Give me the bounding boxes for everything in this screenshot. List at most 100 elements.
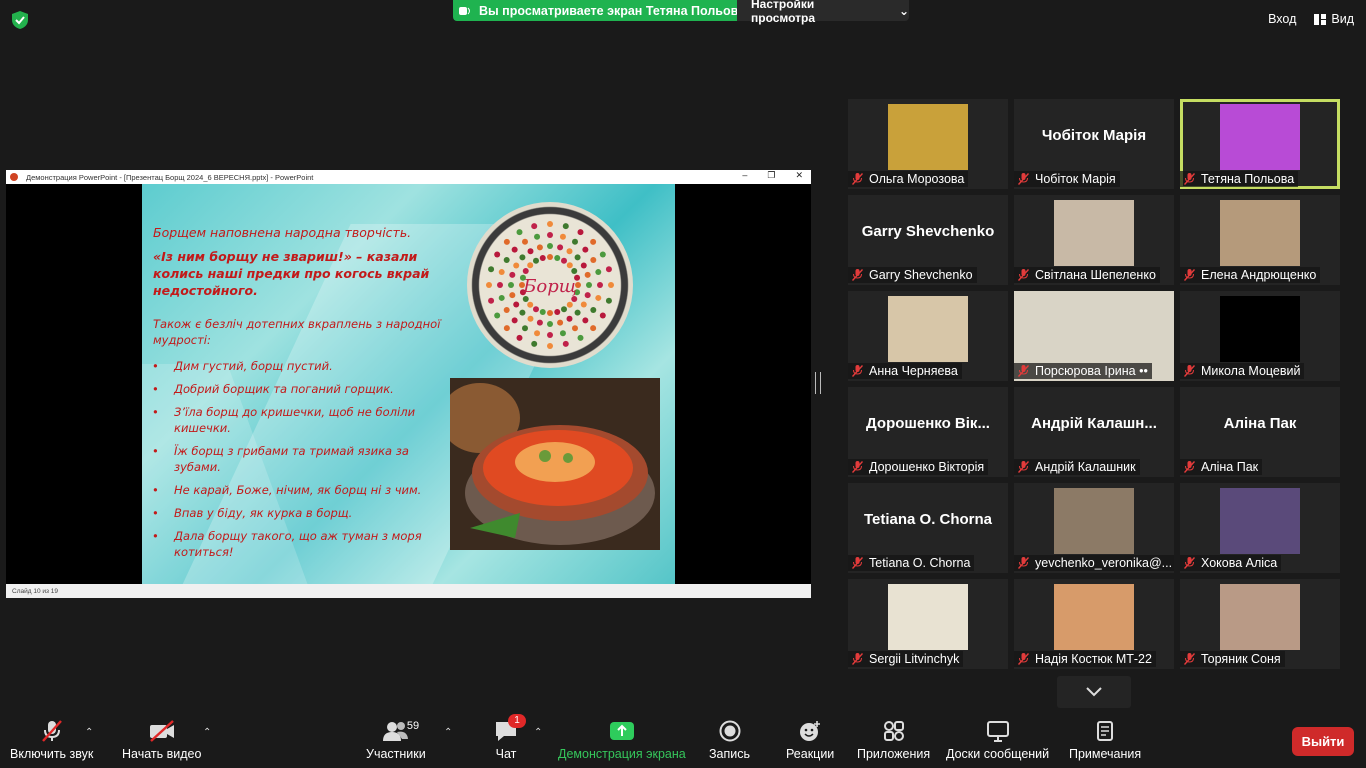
borscht-photo xyxy=(450,378,660,550)
reactions-label: Реакции xyxy=(786,747,835,761)
leave-button[interactable]: Выйти xyxy=(1292,727,1354,756)
chat-options-caret[interactable]: ⌃ xyxy=(534,727,542,738)
participant-name: Микола Моцевий xyxy=(1201,364,1301,378)
record-button[interactable]: Запись xyxy=(709,718,750,761)
participant-tile[interactable]: Garry Shevchenko Garry Shevchenko xyxy=(848,195,1008,285)
participant-video xyxy=(1220,296,1300,362)
participant-tile[interactable]: Sergii Litvinchyk xyxy=(848,579,1008,669)
close-icon: ✕ xyxy=(795,170,803,180)
start-video-label: Начать видео xyxy=(122,747,202,761)
whiteboards-button[interactable]: Доски сообщений xyxy=(946,718,1049,761)
participant-tile[interactable]: Дорошенко Вік... Дорошенко Вікторія xyxy=(848,387,1008,477)
participant-tile[interactable]: Чобіток Марія Чобіток Марія xyxy=(1014,99,1174,189)
participant-video xyxy=(1054,488,1134,554)
security-shield-icon[interactable] xyxy=(10,10,30,30)
notes-button[interactable]: Примечания xyxy=(1069,718,1141,761)
share-screen-label: Демонстрация экрана xyxy=(558,747,686,761)
share-screen-button[interactable]: Демонстрация экрана xyxy=(558,718,686,761)
slide-line1: Борщем наповнена народна творчість. xyxy=(153,225,412,240)
participant-name: Андрій Калашник xyxy=(1035,460,1136,474)
participant-name: Торяник Соня xyxy=(1201,652,1281,666)
muted-mic-icon xyxy=(1184,365,1195,377)
participant-name: Анна Черняева xyxy=(869,364,958,378)
participant-video xyxy=(1220,584,1300,650)
participant-name: Елена Андрющенко xyxy=(1201,268,1317,282)
view-options-dropdown[interactable]: Настройки просмотра ⌄ xyxy=(737,0,909,25)
start-video-button[interactable]: Начать видео xyxy=(122,718,201,761)
record-icon xyxy=(719,718,741,744)
muted-mic-icon xyxy=(1018,461,1029,473)
view-label: Вид xyxy=(1331,12,1354,26)
participant-tile[interactable]: Порсюрова Ірина •• xyxy=(1014,291,1174,381)
participant-display-name: Чобіток Марія xyxy=(1041,127,1147,144)
whiteboards-label: Доски сообщений xyxy=(946,747,1050,761)
participant-name-tag: yevchenko_veronika@... xyxy=(1014,555,1174,571)
muted-mic-icon xyxy=(1184,461,1195,473)
apps-button[interactable]: Приложения xyxy=(857,718,930,761)
muted-mic-icon xyxy=(852,365,863,377)
participant-tile[interactable]: Tetiana O. Chorna Tetiana O. Chorna xyxy=(848,483,1008,573)
participant-name-tag: Дорошенко Вікторія xyxy=(848,459,989,475)
participant-tile[interactable]: Хокова Аліса xyxy=(1180,483,1340,573)
muted-mic-icon xyxy=(1184,269,1195,281)
audio-options-caret[interactable]: ⌃ xyxy=(85,727,93,738)
ppt-statusbar: Слайд 10 из 19 xyxy=(6,584,811,598)
participant-name-tag: Анна Черняева xyxy=(848,363,962,379)
unmute-label: Включить звук xyxy=(10,747,94,761)
powerpoint-icon xyxy=(10,173,18,181)
participants-button[interactable]: 59 Участники xyxy=(366,718,426,761)
participant-tile[interactable]: Торяник Соня xyxy=(1180,579,1340,669)
participant-name: Тетяна Польова xyxy=(1201,172,1295,186)
participant-name-tag: Надія Костюк МТ-22 xyxy=(1014,651,1156,667)
participant-name: Tetiana O. Chorna xyxy=(869,556,971,570)
slide-bullet: Їж борщ з грибами та тримай язика за зуб… xyxy=(152,443,452,475)
video-options-caret[interactable]: ⌃ xyxy=(203,727,211,738)
view-button[interactable]: Вид xyxy=(1314,12,1354,26)
reactions-button[interactable]: Реакции xyxy=(786,718,834,761)
chevron-down-icon: ⌄ xyxy=(898,3,909,18)
video-off-icon xyxy=(148,718,176,744)
participant-tile[interactable]: Андрій Калашн... Андрій Калашник xyxy=(1014,387,1174,477)
participant-name-tag: Garry Shevchenko xyxy=(848,267,977,283)
notes-label: Примечания xyxy=(1069,747,1142,761)
participant-name: Аліна Пак xyxy=(1201,460,1259,474)
muted-mic-icon xyxy=(1018,653,1029,665)
chat-button[interactable]: 1 Чат xyxy=(494,714,526,761)
view-options-label: Настройки просмотра xyxy=(751,0,816,25)
muted-mic-icon xyxy=(852,461,863,473)
participant-name: Порсюрова Ірина •• xyxy=(1035,364,1148,378)
participant-tile[interactable]: Ольга Морозова xyxy=(848,99,1008,189)
participants-icon: 59 xyxy=(382,718,419,744)
participant-tile[interactable]: Світлана Шепеленко xyxy=(1014,195,1174,285)
participant-video xyxy=(1220,104,1300,170)
participants-options-caret[interactable]: ⌃ xyxy=(444,727,452,738)
participant-name-tag: Tetiana O. Chorna xyxy=(848,555,975,571)
split-resize-handle[interactable] xyxy=(815,372,821,394)
participant-gallery: Ольга Морозова Чобіток Марія Чобіток Марія… xyxy=(848,99,1340,669)
participant-name-tag: Тетяна Польова xyxy=(1180,171,1299,187)
participant-tile[interactable]: Микола Моцевий xyxy=(1180,291,1340,381)
participant-tile[interactable]: Елена Андрющенко xyxy=(1180,195,1340,285)
participant-tile[interactable]: Надія Костюк МТ-22 xyxy=(1014,579,1174,669)
participant-tile[interactable]: Аліна Пак Аліна Пак xyxy=(1180,387,1340,477)
participant-name: Надія Костюк МТ-22 xyxy=(1035,652,1152,666)
participant-video xyxy=(888,104,968,170)
participant-video xyxy=(1220,488,1300,554)
participant-tile[interactable]: yevchenko_veronika@... xyxy=(1014,483,1174,573)
participant-tile[interactable]: Тетяна Польова xyxy=(1180,99,1340,189)
participant-name: Хокова Аліса xyxy=(1201,556,1278,570)
participant-video xyxy=(888,296,968,362)
muted-mic-icon xyxy=(40,718,64,744)
muted-mic-icon xyxy=(852,653,863,665)
exit-button[interactable]: Вход xyxy=(1268,12,1296,26)
unmute-button[interactable]: Включить звук xyxy=(10,718,93,761)
participant-name: Ольга Морозова xyxy=(869,172,965,186)
participant-name-tag: Чобіток Марія xyxy=(1014,171,1120,187)
participant-name: Чобіток Марія xyxy=(1035,172,1116,186)
next-page-button[interactable] xyxy=(1057,676,1131,708)
participant-name-tag: Sergii Litvinchyk xyxy=(848,651,964,667)
whiteboard-icon xyxy=(986,718,1010,744)
notes-icon xyxy=(1095,718,1115,744)
participant-tile[interactable]: Анна Черняева xyxy=(848,291,1008,381)
participant-video xyxy=(1054,200,1134,266)
